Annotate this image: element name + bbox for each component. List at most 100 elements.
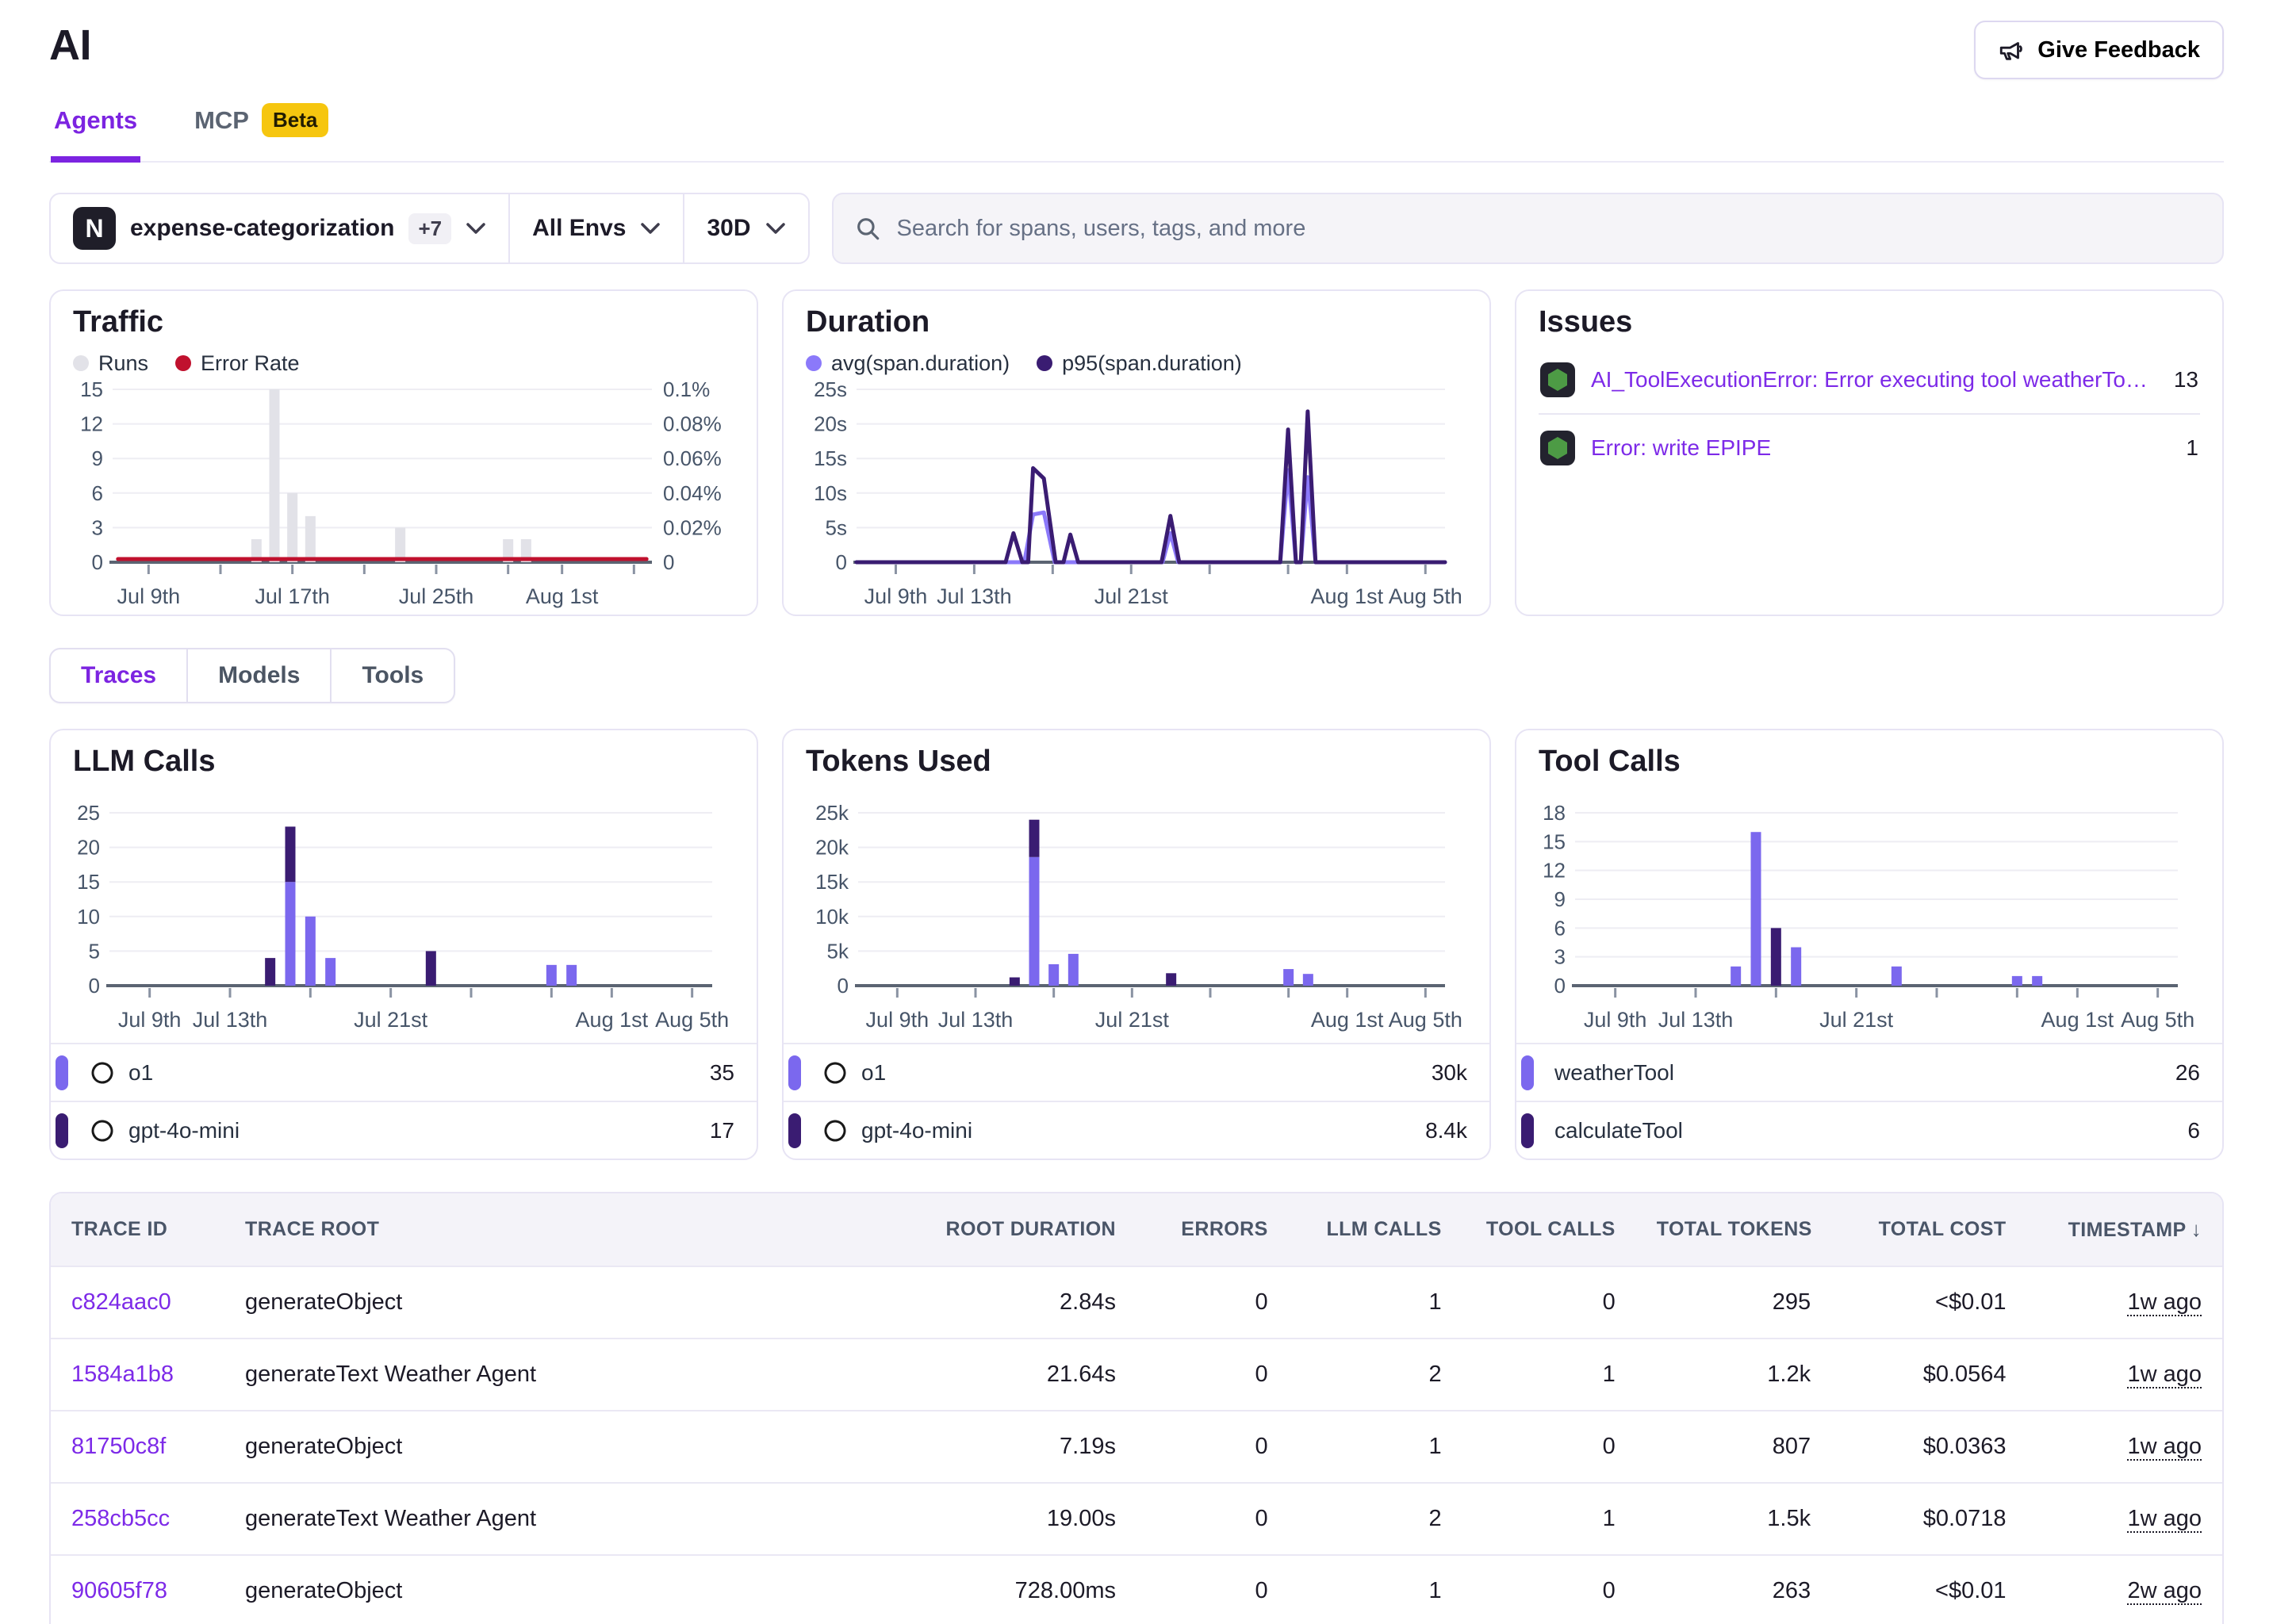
- issue-row[interactable]: AI_ToolExecutionError: Error executing t…: [1539, 347, 2200, 413]
- timestamp-cell[interactable]: 1w ago: [2127, 1289, 2202, 1315]
- tool-calls-card: Tool Calls 0369121518Jul 9thJul 13thJul …: [1515, 729, 2224, 1160]
- svg-text:0: 0: [663, 550, 674, 574]
- series-chip: [56, 1113, 68, 1148]
- trace-id-link[interactable]: 81750c8f: [71, 1434, 166, 1459]
- series-chip: [788, 1113, 801, 1148]
- tab-tools[interactable]: Tools: [330, 649, 454, 702]
- svg-text:15: 15: [80, 381, 103, 401]
- project-extra-count: +7: [408, 213, 451, 244]
- svg-text:Jul 9th: Jul 9th: [118, 1008, 182, 1032]
- svg-text:12: 12: [80, 412, 103, 436]
- trace-root-cell: generateObject: [224, 1555, 789, 1624]
- table-row[interactable]: 90605f78 generateObject 728.00ms 0 1 0 2…: [51, 1555, 2222, 1624]
- svg-text:0: 0: [92, 550, 103, 574]
- traffic-chart: 0369121500.02%0.04%0.06%0.08%0.1%Jul 9th…: [73, 381, 734, 616]
- legend-row-o1[interactable]: o1 30k: [784, 1043, 1489, 1101]
- table-row[interactable]: 258cb5cc generateText Weather Agent 19.0…: [51, 1483, 2222, 1555]
- tab-mcp[interactable]: MCP Beta: [191, 98, 332, 163]
- svg-text:15k: 15k: [815, 870, 849, 894]
- tab-traces[interactable]: Traces: [51, 649, 186, 702]
- svg-text:Aug 1st: Aug 1st: [576, 1008, 649, 1032]
- openai-icon: [822, 1059, 849, 1086]
- table-row[interactable]: 1584a1b8 generateText Weather Agent 21.6…: [51, 1339, 2222, 1411]
- svg-text:Jul 9th: Jul 9th: [1584, 1008, 1647, 1032]
- col-errors[interactable]: Errors: [1136, 1193, 1289, 1266]
- col-total-tokens[interactable]: Total Tokens: [1636, 1193, 1831, 1266]
- search-input[interactable]: [897, 216, 2202, 242]
- svg-text:5: 5: [89, 939, 100, 963]
- runs-dot: [73, 355, 89, 371]
- legend-error-rate: Error Rate: [175, 351, 300, 376]
- legend-row-weathertool[interactable]: weatherTool 26: [1516, 1043, 2222, 1101]
- issues-card: Issues AI_ToolExecutionError: Error exec…: [1515, 289, 2224, 616]
- table-row[interactable]: 81750c8f generateObject 7.19s 0 1 0 807 …: [51, 1411, 2222, 1483]
- model-label: o1: [89, 1059, 710, 1086]
- svg-text:Jul 25th: Jul 25th: [399, 584, 474, 608]
- trace-id-link[interactable]: 258cb5cc: [71, 1506, 170, 1531]
- trace-id-link[interactable]: 90605f78: [71, 1578, 167, 1603]
- legend-row-gpt-4o-mini[interactable]: gpt-4o-mini 8.4k: [784, 1101, 1489, 1159]
- tool-calls-cell: 1: [1462, 1483, 1636, 1555]
- col-timestamp[interactable]: Timestamp↓: [2027, 1193, 2222, 1266]
- legend-row-o1[interactable]: o1 35: [51, 1043, 757, 1101]
- total-tokens-cell: 1.2k: [1636, 1339, 1831, 1411]
- trace-id-link[interactable]: 1584a1b8: [71, 1362, 174, 1387]
- svg-text:Aug 5th: Aug 5th: [655, 1008, 729, 1032]
- trace-id-link[interactable]: c824aac0: [71, 1289, 171, 1315]
- timestamp-cell[interactable]: 2w ago: [2127, 1578, 2202, 1603]
- col-trace-root[interactable]: Trace Root: [224, 1193, 789, 1266]
- total-tokens-cell: 1.5k: [1636, 1483, 1831, 1555]
- col-total-cost[interactable]: Total Cost: [1831, 1193, 2026, 1266]
- env-filter-dropdown[interactable]: All Envs: [508, 194, 683, 262]
- give-feedback-button[interactable]: Give Feedback: [1974, 21, 2224, 79]
- tab-agents[interactable]: Agents: [51, 98, 140, 163]
- total-cost-cell: $0.0564: [1831, 1339, 2026, 1411]
- legend-row-gpt-4o-mini[interactable]: gpt-4o-mini 17: [51, 1101, 757, 1159]
- timestamp-cell[interactable]: 1w ago: [2127, 1434, 2202, 1459]
- llm-calls-chart: 0510152025Jul 9thJul 13thJul 21stAug 1st…: [73, 805, 734, 1043]
- svg-text:Jul 21st: Jul 21st: [1094, 584, 1169, 608]
- svg-text:Jul 13th: Jul 13th: [193, 1008, 268, 1032]
- trace-root-cell: generateText Weather Agent: [224, 1483, 789, 1555]
- top-tabs: Agents MCP Beta: [49, 98, 2224, 163]
- megaphone-icon: [1998, 36, 2025, 63]
- tool-calls-cell: 0: [1462, 1555, 1636, 1624]
- filter-row: N expense-categorization +7 All Envs 30D: [49, 193, 2224, 264]
- legend-row-calculatetool[interactable]: calculateTool 6: [1516, 1101, 2222, 1159]
- topbar: AI Give Feedback: [49, 21, 2224, 79]
- svg-text:Jul 21st: Jul 21st: [1095, 1008, 1170, 1032]
- nodejs-icon: [1540, 362, 1575, 397]
- svg-text:Jul 13th: Jul 13th: [938, 1008, 1014, 1032]
- svg-text:0: 0: [1554, 974, 1566, 998]
- col-llm-calls[interactable]: LLM Calls: [1289, 1193, 1462, 1266]
- card-title: Issues: [1539, 305, 2200, 339]
- svg-text:3: 3: [92, 515, 103, 539]
- timestamp-cell[interactable]: 1w ago: [2127, 1362, 2202, 1387]
- env-filter-label: All Envs: [532, 215, 626, 242]
- openai-icon: [822, 1117, 849, 1144]
- tool-label: calculateTool: [1554, 1118, 2187, 1143]
- table-row[interactable]: c824aac0 generateObject 2.84s 0 1 0 295 …: [51, 1266, 2222, 1339]
- project-filter-dropdown[interactable]: N expense-categorization +7: [51, 194, 508, 262]
- series-chip: [788, 1055, 801, 1090]
- series-chip: [1521, 1113, 1534, 1148]
- traces-table: Trace ID Trace Root Root Duration Errors…: [49, 1192, 2224, 1624]
- col-root-duration[interactable]: Root Duration: [789, 1193, 1136, 1266]
- root-duration-cell: 21.64s: [789, 1339, 1136, 1411]
- issue-link[interactable]: AI_ToolExecutionError: Error executing t…: [1591, 367, 2158, 393]
- col-tool-calls[interactable]: Tool Calls: [1462, 1193, 1636, 1266]
- tab-models[interactable]: Models: [186, 649, 330, 702]
- range-filter-dropdown[interactable]: 30D: [683, 194, 807, 262]
- timestamp-cell[interactable]: 1w ago: [2127, 1506, 2202, 1531]
- duration-chart: 05s10s15s20s25sJul 9thJul 13thJul 21stAu…: [806, 381, 1467, 616]
- issue-link[interactable]: Error: write EPIPE: [1591, 435, 2170, 461]
- total-cost-cell: $0.0363: [1831, 1411, 2026, 1483]
- tokens-used-chart: 05k10k15k20k25kJul 9thJul 13thJul 21stAu…: [806, 805, 1467, 1043]
- errors-cell: 0: [1136, 1555, 1289, 1624]
- svg-text:20s: 20s: [814, 412, 847, 436]
- issue-row[interactable]: Error: write EPIPE 1: [1539, 413, 2200, 481]
- svg-text:25k: 25k: [815, 805, 849, 825]
- root-duration-cell: 7.19s: [789, 1411, 1136, 1483]
- col-trace-id[interactable]: Trace ID: [51, 1193, 224, 1266]
- svg-text:Aug 5th: Aug 5th: [1389, 584, 1462, 608]
